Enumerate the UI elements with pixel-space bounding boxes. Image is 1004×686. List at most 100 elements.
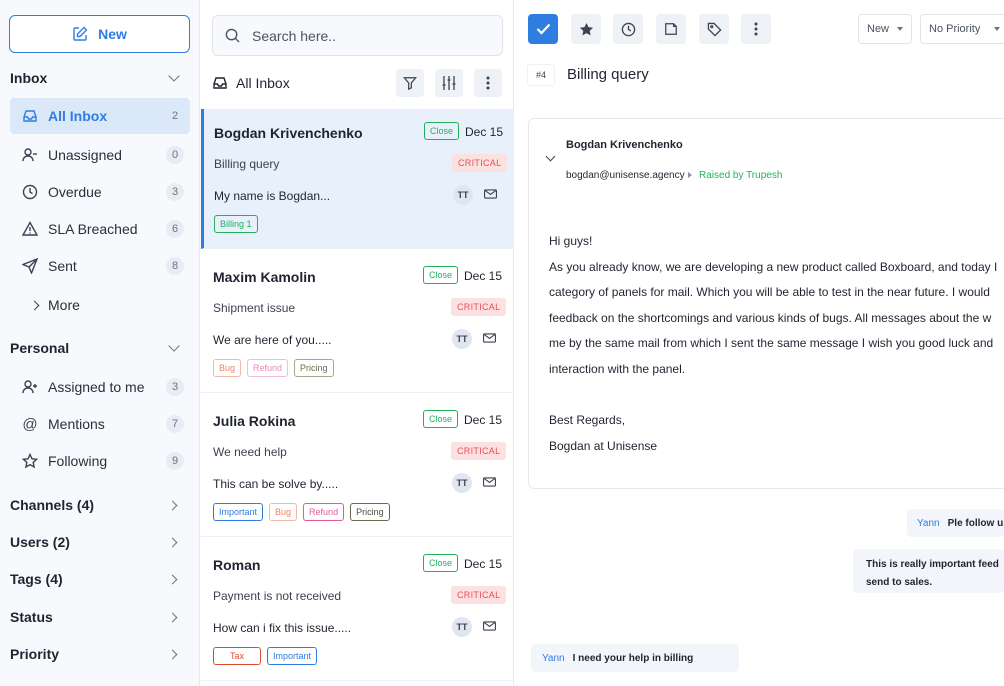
tag-billing[interactable]: Billing 1 (214, 215, 258, 233)
count-badge: 7 (166, 415, 184, 433)
message-line: category of panels for mail. Which you w… (549, 285, 990, 300)
sidebar-item-label: All Inbox (48, 108, 108, 124)
note-button[interactable] (656, 14, 686, 44)
sidebar-item-sla-breached[interactable]: SLA Breached 6 (10, 211, 190, 247)
conversation-card[interactable]: Roman Close Dec 15 Payment is not receiv… (201, 541, 514, 681)
assignee-avatar: TT (453, 185, 473, 205)
message-card: Bogdan Krivenchenko bogdan@unisense.agen… (528, 118, 1004, 489)
more-options-button[interactable] (741, 14, 771, 44)
chevron-right-icon (167, 612, 178, 622)
count-badge: 2 (171, 110, 179, 122)
status-dropdown[interactable]: New (858, 14, 913, 44)
sidebar-item-unassigned[interactable]: Unassigned 0 (10, 137, 190, 173)
count-badge: 0 (166, 146, 184, 164)
search-box[interactable] (212, 15, 503, 56)
priority-dropdown[interactable]: No Priority (920, 14, 1004, 44)
sidebar-item-label: Sent (48, 258, 77, 274)
message-signature: Bogdan at Unisense (549, 438, 658, 453)
users-section-header[interactable]: Users (2) (10, 534, 188, 550)
close-button[interactable]: Close (423, 554, 459, 572)
tag-refund[interactable]: Refund (303, 503, 345, 521)
channels-section-header[interactable]: Channels (4) (10, 497, 188, 513)
conversation-card[interactable]: Julia Rokina Close Dec 15 We need help C… (201, 397, 514, 537)
new-button[interactable]: New (9, 15, 190, 53)
star-icon (579, 22, 593, 35)
tag-bug[interactable]: Bug (269, 503, 298, 521)
user-minus-icon (20, 145, 40, 165)
conversation-date: Dec 15 (465, 125, 504, 139)
sidebar-item-mentions[interactable]: @ Mentions 7 (10, 406, 190, 442)
assignee-avatar: TT (452, 473, 472, 493)
internal-note: Yann I need your help in billing (531, 644, 739, 672)
tag-important[interactable]: Important (213, 503, 264, 521)
message-line: me by the same mail from which I sent th… (549, 336, 994, 351)
tag-pricing[interactable]: Pricing (294, 359, 334, 377)
tag-list: Important Bug Refund Pricing (213, 503, 390, 521)
assignee-avatar: TT (452, 329, 472, 349)
sidebar-item-sent[interactable]: Sent 8 (10, 248, 190, 284)
caret-right-icon (688, 172, 692, 178)
sidebar-item-more[interactable]: More (10, 287, 190, 323)
chevron-down-icon (168, 340, 180, 352)
sidebar-item-following[interactable]: Following 9 (10, 443, 190, 479)
tag-important[interactable]: Important (267, 647, 318, 665)
count-badge: 3 (166, 378, 184, 396)
count-badge: 6 (166, 220, 184, 238)
message-sign-off: Best Regards, (549, 413, 626, 428)
more-vertical-icon (754, 22, 758, 36)
tag-pricing[interactable]: Pricing (350, 503, 390, 521)
resolve-button[interactable] (528, 14, 558, 44)
priority-section-header[interactable]: Priority (10, 646, 188, 662)
section-label: Channels (4) (10, 497, 95, 513)
conversation-card[interactable]: Bogdan Krivenchenko Close Dec 15 Billing… (201, 109, 514, 249)
status-value: New (867, 23, 890, 35)
ticket-number: #4 (527, 64, 556, 86)
sidebar-item-overdue[interactable]: Overdue 3 (10, 174, 190, 210)
sidebar-item-all-inbox[interactable]: All Inbox 2 (10, 98, 190, 134)
new-button-label: New (98, 26, 127, 42)
priority-badge: CRITICAL (451, 442, 507, 460)
raised-by-label: Raised by Trupesh (699, 170, 783, 181)
send-icon (20, 256, 40, 276)
conversation-card[interactable]: Maxim Kamolin Close Dec 15 Shipment issu… (201, 253, 514, 393)
more-options-button[interactable] (474, 69, 502, 97)
message-greeting: Hi guys! (549, 234, 593, 248)
chevron-down-icon[interactable] (545, 151, 556, 162)
status-section-header[interactable]: Status (10, 609, 188, 625)
snooze-button[interactable] (613, 14, 643, 44)
close-button[interactable]: Close (424, 122, 460, 140)
note-author: Yann (542, 652, 565, 664)
inbox-section-header[interactable]: Inbox (10, 70, 188, 86)
chevron-right-icon (167, 500, 178, 510)
tags-section-header[interactable]: Tags (4) (10, 571, 188, 587)
search-input[interactable] (252, 27, 472, 44)
compose-icon (73, 26, 88, 41)
conversation-detail: New No Priority #4 Billing query Bogdan … (515, 0, 1004, 686)
conversation-list: All Inbox Bogdan Krivenchenko Close Dec … (201, 0, 514, 686)
tag-refund[interactable]: Refund (247, 359, 289, 377)
filter-button[interactable] (396, 69, 424, 97)
priority-badge: CRITICAL (451, 298, 507, 316)
sidebar-item-label: Overdue (48, 184, 102, 200)
inbox-icon (20, 106, 40, 126)
tag-tax[interactable]: Tax (213, 647, 262, 665)
sidebar-item-label: Unassigned (48, 147, 122, 163)
priority-value: No Priority (929, 23, 981, 35)
sort-settings-button[interactable] (435, 69, 463, 97)
priority-badge: CRITICAL (451, 586, 507, 604)
message-preview: We are here of you..... (213, 333, 332, 347)
tag-button[interactable] (699, 14, 729, 44)
sidebar-item-assigned-to-me[interactable]: Assigned to me 3 (10, 369, 190, 405)
star-button[interactable] (571, 14, 601, 44)
internal-note: Yann Ple follow u (907, 509, 1004, 537)
close-button[interactable]: Close (423, 266, 459, 284)
ticket-title: Billing query (567, 66, 649, 83)
tag-list: Billing 1 (214, 215, 258, 233)
personal-section-header[interactable]: Personal (10, 340, 188, 356)
close-button[interactable]: Close (423, 410, 459, 428)
conversation-subject: Shipment issue (213, 301, 296, 315)
tag-bug[interactable]: Bug (213, 359, 242, 377)
tag-icon (707, 22, 722, 37)
sliders-icon (442, 76, 456, 90)
list-header: All Inbox (212, 68, 502, 98)
